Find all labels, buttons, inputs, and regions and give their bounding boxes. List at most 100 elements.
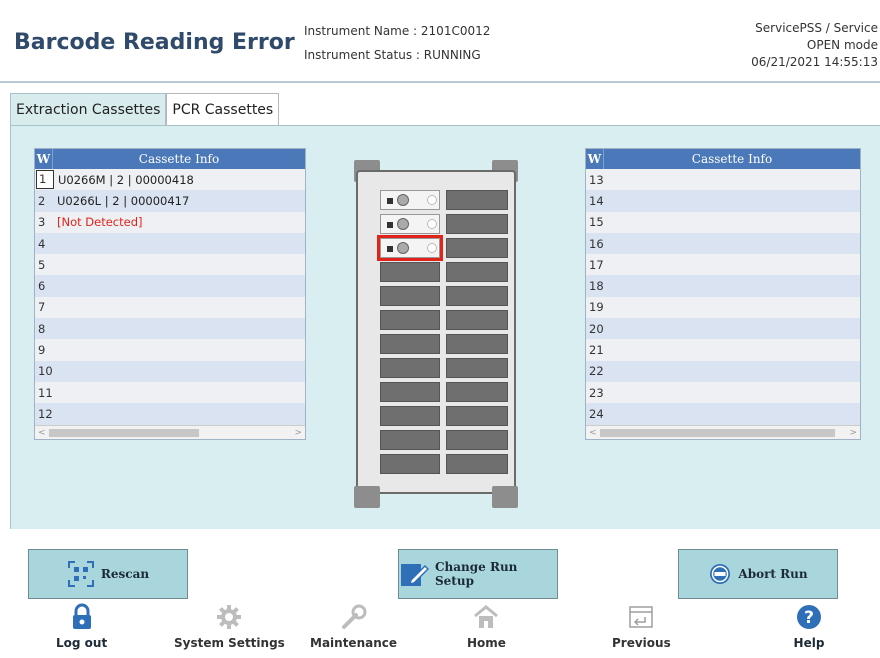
cassette-slot xyxy=(446,310,508,330)
table-row[interactable]: 19 xyxy=(586,296,860,319)
table-row[interactable]: 15 xyxy=(586,211,860,233)
table-row[interactable]: 9 xyxy=(35,339,305,361)
cassette-ring xyxy=(427,219,437,229)
rack-clamp xyxy=(354,486,380,508)
scroll-thumb[interactable] xyxy=(600,428,835,437)
table-row[interactable]: 17 xyxy=(586,254,860,276)
col-w-header: W xyxy=(586,149,604,169)
nav-previous[interactable]: Previous xyxy=(612,602,671,650)
scroll-right-icon[interactable]: > xyxy=(849,426,857,440)
well-number: 7 xyxy=(38,300,46,315)
horizontal-scrollbar[interactable]: < > xyxy=(35,424,305,440)
well-number: 6 xyxy=(38,279,46,294)
change-run-setup-button[interactable]: Change Run Setup xyxy=(398,549,558,599)
cassette-slot xyxy=(380,430,440,450)
user-name: ServicePSS / Service xyxy=(755,21,878,35)
horizontal-scrollbar[interactable]: < > xyxy=(586,424,860,440)
cassette-dot xyxy=(387,222,393,228)
well-number: 15 xyxy=(589,215,604,230)
tab-pcr-cassettes[interactable]: PCR Cassettes xyxy=(166,93,280,125)
well-number: 18 xyxy=(589,279,604,294)
lock-icon xyxy=(65,602,99,632)
cassette-slot xyxy=(380,454,440,474)
table-row[interactable]: 18 xyxy=(586,275,860,297)
table-row[interactable]: 3 [Not Detected] xyxy=(35,211,305,233)
nav-maintenance[interactable]: Maintenance xyxy=(310,602,397,650)
mode: OPEN mode xyxy=(806,38,878,52)
cassette-info: [Not Detected] xyxy=(57,215,143,230)
cassette-slot xyxy=(380,334,440,354)
table-row[interactable]: 12 xyxy=(35,403,305,425)
table-row[interactable]: 5 xyxy=(35,254,305,276)
table-row[interactable]: 1 U0266M | 2 | 00000418 xyxy=(35,169,305,191)
cassette-knob xyxy=(397,194,409,206)
well-number: 24 xyxy=(589,406,604,421)
nav-logout-label: Log out xyxy=(56,636,108,650)
cassette-slot xyxy=(446,382,508,402)
cassette-dot xyxy=(387,198,393,204)
main-panel: W Cassette Info 1 U0266M | 2 | 00000418 2 U… xyxy=(10,125,880,529)
cassette-slot xyxy=(446,190,508,210)
cassette-slot xyxy=(380,310,440,330)
cassette-slot-filled xyxy=(377,235,443,261)
nav-logout[interactable]: Log out xyxy=(56,602,107,650)
nav-help-label: Help xyxy=(793,636,825,650)
cassette-slot-filled xyxy=(380,190,440,210)
well-number: 10 xyxy=(38,364,53,379)
cassette-slot xyxy=(380,358,440,378)
table-row[interactable]: 23 xyxy=(586,381,860,404)
rack-clamp xyxy=(492,486,518,508)
scroll-right-icon[interactable]: > xyxy=(294,426,302,440)
nav-home-label: Home xyxy=(467,636,506,650)
well-number: 2 xyxy=(38,193,46,208)
table-row[interactable]: 4 xyxy=(35,232,305,255)
col-info-header: Cassette Info xyxy=(138,152,220,166)
cassette-knob xyxy=(397,242,409,254)
nav-help[interactable]: ? Help xyxy=(792,602,826,650)
well-number: 19 xyxy=(589,300,604,315)
scroll-left-icon[interactable]: < xyxy=(38,426,46,440)
table-row[interactable]: 11 xyxy=(35,381,305,404)
cassette-slot xyxy=(446,286,508,306)
table-row[interactable]: 14 xyxy=(586,190,860,212)
instrument-name: Instrument Name : 2101C0012 xyxy=(304,24,491,38)
table-row[interactable]: 7 xyxy=(35,296,305,319)
table-row[interactable]: 6 xyxy=(35,275,305,297)
abort-run-label: Abort Run xyxy=(738,567,808,581)
table-row[interactable]: 8 xyxy=(35,318,305,340)
cassette-info: U0266M | 2 | 00000418 xyxy=(58,172,194,187)
tab-extraction-cassettes[interactable]: Extraction Cassettes xyxy=(10,93,167,125)
table-row[interactable]: 16 xyxy=(586,232,860,255)
cassette-dot xyxy=(387,246,393,252)
well-number: 8 xyxy=(38,321,46,336)
table-row[interactable]: 21 xyxy=(586,339,860,361)
cassette-slot xyxy=(380,382,440,402)
well-number: 3 xyxy=(38,215,46,230)
table-row[interactable]: 22 xyxy=(586,360,860,382)
cassette-slot xyxy=(380,286,440,306)
well-number: 4 xyxy=(38,236,46,251)
table-row[interactable]: 13 xyxy=(586,169,860,191)
well-number: 11 xyxy=(38,385,53,400)
cassette-tabs: Extraction Cassettes PCR Cassettes xyxy=(10,93,280,125)
datetime: 06/21/2021 14:55:13 xyxy=(751,55,878,69)
abort-run-button[interactable]: Abort Run xyxy=(678,549,838,599)
scroll-left-icon[interactable]: < xyxy=(589,426,597,440)
table-row[interactable]: 24 xyxy=(586,403,860,425)
well-number: 20 xyxy=(589,321,604,336)
table-row[interactable]: 2 U0266L | 2 | 00000417 xyxy=(35,190,305,212)
table-row[interactable]: 20 xyxy=(586,318,860,340)
rescan-label: Rescan xyxy=(100,567,150,581)
col-info-header: Cassette Info xyxy=(691,152,773,166)
edit-icon xyxy=(399,560,429,588)
nav-system-settings[interactable]: System Settings xyxy=(174,602,285,650)
nav-home[interactable]: Home xyxy=(467,602,506,650)
nav-maintenance-label: Maintenance xyxy=(310,636,398,650)
well-number: 5 xyxy=(38,257,46,272)
change-run-setup-label: Change Run Setup xyxy=(435,560,518,588)
wrench-icon xyxy=(337,602,371,632)
back-window-icon xyxy=(624,602,658,632)
scroll-thumb[interactable] xyxy=(49,428,199,437)
table-row[interactable]: 10 xyxy=(35,360,305,382)
rescan-button[interactable]: Rescan xyxy=(28,549,188,599)
